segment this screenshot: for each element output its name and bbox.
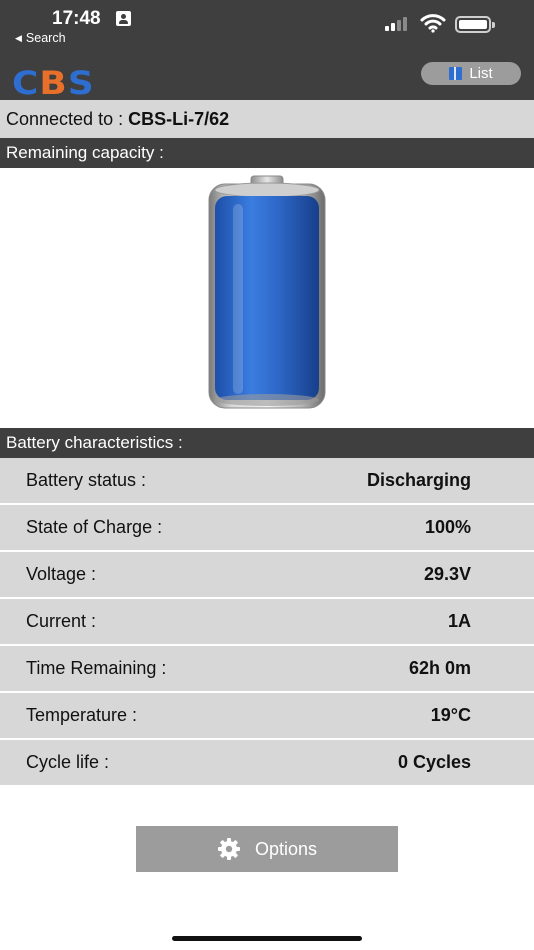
row-value: 0 Cycles (397, 752, 471, 772)
battery-characteristics-header: Battery characteristics : (0, 428, 534, 458)
characteristics-list: Battery status : Discharging State of Ch… (0, 458, 534, 787)
options-label: Options (254, 838, 318, 859)
status-time: 17:48 (52, 8, 101, 29)
device-battery-icon (455, 16, 495, 33)
row-label: Time Remaining : (26, 658, 167, 678)
time-remaining-row: Time Remaining : 62h 0m (0, 646, 534, 693)
back-arrow-icon: ◀ (15, 32, 22, 43)
wifi-icon (420, 14, 446, 33)
list-button[interactable]: List (421, 62, 521, 85)
state-of-charge-row: State of Charge : 100% (0, 505, 534, 552)
contact-card-icon (116, 11, 131, 26)
cycle-life-row: Cycle life : 0 Cycles (0, 740, 534, 787)
row-value: 1A (447, 611, 471, 631)
device-name: CBS-Li-7/62 (128, 108, 230, 129)
current-row: Current : 1A (0, 599, 534, 646)
connection-bar: Connected to : CBS-Li-7/62 (0, 100, 534, 138)
voltage-row: Voltage : 29.3V (0, 552, 534, 599)
cbs-logo: CBS (12, 67, 95, 99)
battery-cell-icon (208, 175, 326, 409)
row-value: 29.3V (423, 564, 471, 584)
connection-label: Connected to : (6, 108, 124, 129)
battery-graphic-area (0, 168, 534, 428)
remaining-capacity-header: Remaining capacity : (0, 138, 534, 168)
book-icon (449, 67, 463, 80)
options-button[interactable]: Options (136, 826, 398, 872)
home-indicator[interactable] (172, 936, 362, 941)
back-label: Search (25, 31, 66, 45)
logo-letter-c: C (12, 64, 40, 102)
back-to-search-link[interactable]: ◀ Search (15, 31, 66, 45)
logo-letter-s: S (67, 64, 95, 102)
row-label: State of Charge : (26, 517, 163, 537)
list-button-label: List (469, 65, 493, 82)
battery-status-row: Battery status : Discharging (0, 458, 534, 505)
row-label: Temperature : (26, 705, 138, 725)
logo-letter-b: B (39, 64, 68, 102)
row-value: 19°C (430, 705, 471, 725)
row-value: 100% (424, 517, 471, 537)
cellular-signal-icon (385, 17, 407, 31)
row-value: 62h 0m (408, 658, 471, 678)
temperature-row: Temperature : 19°C (0, 693, 534, 740)
row-label: Cycle life : (26, 752, 110, 772)
row-label: Current : (26, 611, 97, 631)
row-value: Discharging (366, 470, 471, 490)
row-label: Voltage : (26, 564, 97, 584)
row-label: Battery status : (26, 470, 147, 490)
top-bar: 17:48 ◀ Search CBS List (0, 0, 534, 100)
gear-icon (217, 838, 240, 860)
